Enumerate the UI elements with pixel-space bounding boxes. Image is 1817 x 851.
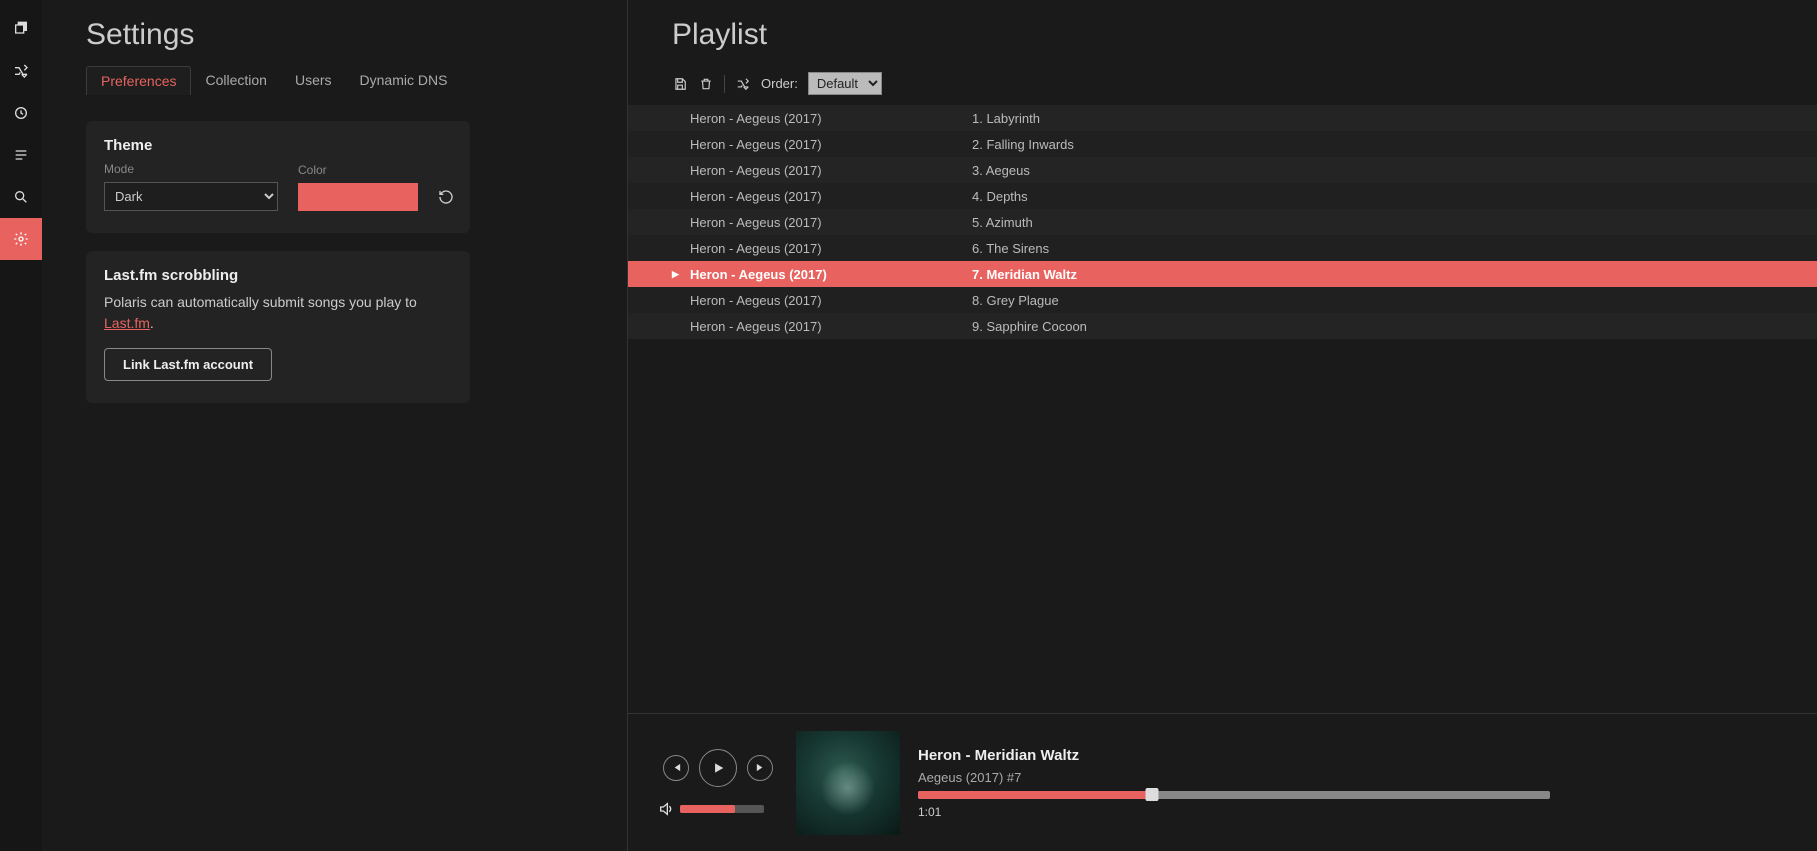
- now-playing-subtitle: Aegeus (2017) #7: [918, 770, 1787, 785]
- track-row[interactable]: Heron - Aegeus (2017)8. Grey Plague: [628, 287, 1817, 313]
- save-playlist-button[interactable]: [672, 76, 688, 92]
- theme-mode-select[interactable]: Dark: [104, 182, 278, 211]
- playlist-panel: Playlist Order: Default Heron - Aegeus (…: [628, 0, 1817, 713]
- album-art: [796, 731, 900, 835]
- scrobble-description: Polaris can automatically submit songs y…: [104, 292, 452, 334]
- nav-settings[interactable]: [0, 218, 42, 260]
- seek-bar[interactable]: [918, 791, 1550, 799]
- page-title: Settings: [86, 18, 627, 52]
- clock-cog-icon: [13, 105, 29, 121]
- mode-label: Mode: [104, 162, 278, 176]
- play-indicator: [672, 269, 690, 280]
- track-title: 1. Labyrinth: [972, 111, 1817, 126]
- play-button[interactable]: [699, 749, 737, 787]
- shuffle-icon: [736, 77, 750, 91]
- library-icon: [13, 21, 29, 37]
- playlist-toolbar: Order: Default: [672, 72, 1817, 95]
- track-title: 5. Azimuth: [972, 215, 1817, 230]
- playlist-title: Playlist: [672, 18, 1817, 52]
- track-title: 3. Aegeus: [972, 163, 1817, 178]
- track-row[interactable]: Heron - Aegeus (2017)5. Azimuth: [628, 209, 1817, 235]
- nav-shuffle[interactable]: [0, 50, 42, 92]
- color-label: Color: [298, 163, 418, 177]
- scrobble-heading: Last.fm scrobbling: [104, 267, 452, 284]
- order-label: Order:: [761, 76, 798, 91]
- shuffle-playlist-button[interactable]: [735, 76, 751, 92]
- queue-icon: [13, 147, 29, 163]
- track-artist: Heron - Aegeus (2017): [690, 215, 972, 230]
- nav-rail: [0, 0, 42, 851]
- track-row[interactable]: Heron - Aegeus (2017)9. Sapphire Cocoon: [628, 313, 1817, 339]
- tab-users[interactable]: Users: [281, 66, 346, 95]
- theme-card: Theme Mode Dark Color: [86, 121, 470, 233]
- track-artist: Heron - Aegeus (2017): [690, 241, 972, 256]
- tab-preferences[interactable]: Preferences: [86, 66, 191, 95]
- nav-queue[interactable]: [0, 134, 42, 176]
- track-artist: Heron - Aegeus (2017): [690, 137, 972, 152]
- settings-tabs: Preferences Collection Users Dynamic DNS: [86, 66, 627, 95]
- skip-prev-icon: [671, 762, 682, 773]
- gear-icon: [13, 231, 29, 247]
- nav-recent[interactable]: [0, 92, 42, 134]
- track-title: 6. The Sirens: [972, 241, 1817, 256]
- save-icon: [673, 77, 687, 91]
- search-icon: [13, 189, 29, 205]
- track-artist: Heron - Aegeus (2017): [690, 267, 972, 282]
- next-button[interactable]: [747, 755, 773, 781]
- trash-icon: [699, 77, 713, 91]
- volume-icon[interactable]: [658, 801, 674, 817]
- nav-library[interactable]: [0, 8, 42, 50]
- track-artist: Heron - Aegeus (2017): [690, 189, 972, 204]
- toolbar-divider: [724, 75, 725, 93]
- track-row[interactable]: Heron - Aegeus (2017)3. Aegeus: [628, 157, 1817, 183]
- tab-dynamic-dns[interactable]: Dynamic DNS: [346, 66, 462, 95]
- lastfm-link[interactable]: Last.fm: [104, 315, 150, 331]
- track-title: 9. Sapphire Cocoon: [972, 319, 1817, 334]
- nav-search[interactable]: [0, 176, 42, 218]
- track-row[interactable]: Heron - Aegeus (2017)1. Labyrinth: [628, 105, 1817, 131]
- theme-heading: Theme: [104, 137, 452, 154]
- track-row[interactable]: Heron - Aegeus (2017)6. The Sirens: [628, 235, 1817, 261]
- elapsed-time: 1:01: [918, 805, 1787, 819]
- tab-collection[interactable]: Collection: [191, 66, 280, 95]
- history-icon: [438, 189, 454, 205]
- track-artist: Heron - Aegeus (2017): [690, 163, 972, 178]
- track-title: 7. Meridian Waltz: [972, 267, 1817, 282]
- order-select[interactable]: Default: [808, 72, 882, 95]
- volume-slider[interactable]: [680, 805, 764, 813]
- track-row[interactable]: Heron - Aegeus (2017)4. Depths: [628, 183, 1817, 209]
- track-list: Heron - Aegeus (2017)1. LabyrinthHeron -…: [628, 105, 1817, 713]
- track-title: 4. Depths: [972, 189, 1817, 204]
- track-artist: Heron - Aegeus (2017): [690, 111, 972, 126]
- shuffle-icon: [13, 63, 29, 79]
- scrobble-card: Last.fm scrobbling Polaris can automatic…: [86, 251, 470, 403]
- clear-playlist-button[interactable]: [698, 76, 714, 92]
- track-row[interactable]: Heron - Aegeus (2017)7. Meridian Waltz: [628, 261, 1817, 287]
- play-icon: [711, 761, 725, 775]
- accent-color-swatch[interactable]: [298, 183, 418, 211]
- player-bar: Heron - Meridian Waltz Aegeus (2017) #7 …: [628, 713, 1817, 851]
- track-artist: Heron - Aegeus (2017): [690, 293, 972, 308]
- now-playing-title: Heron - Meridian Waltz: [918, 747, 1787, 764]
- reset-color-button[interactable]: [438, 183, 454, 211]
- settings-panel: Settings Preferences Collection Users Dy…: [42, 0, 628, 851]
- prev-button[interactable]: [663, 755, 689, 781]
- track-row[interactable]: Heron - Aegeus (2017)2. Falling Inwards: [628, 131, 1817, 157]
- track-title: 2. Falling Inwards: [972, 137, 1817, 152]
- link-lastfm-button[interactable]: Link Last.fm account: [104, 348, 272, 381]
- track-artist: Heron - Aegeus (2017): [690, 319, 972, 334]
- skip-next-icon: [755, 762, 766, 773]
- track-title: 8. Grey Plague: [972, 293, 1817, 308]
